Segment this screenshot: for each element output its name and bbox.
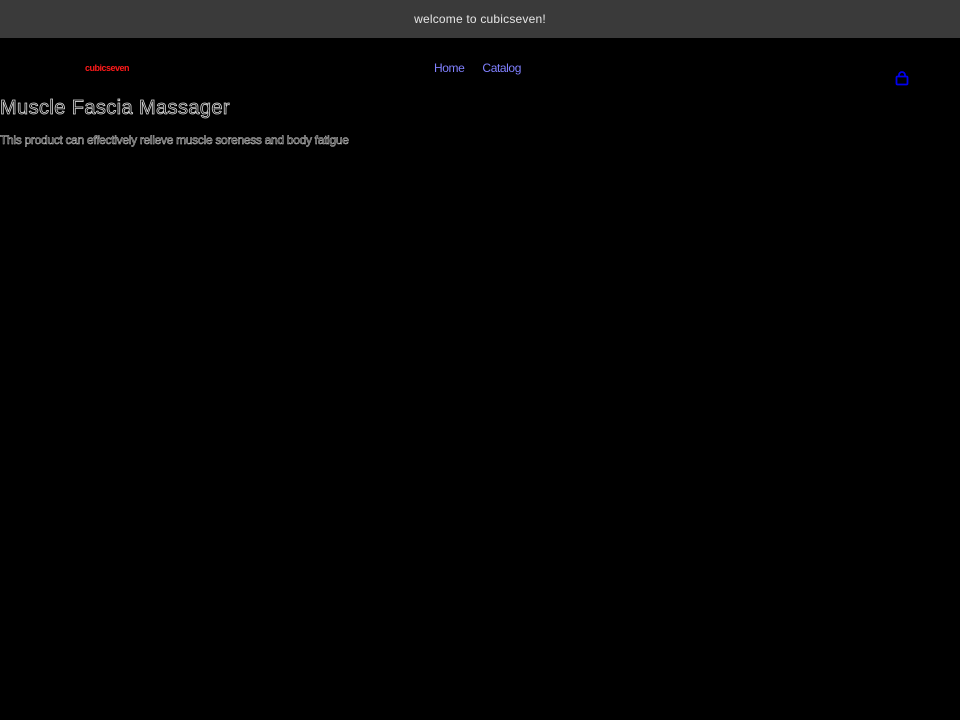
announcement-text: welcome to cubicseven! <box>414 12 546 26</box>
bag-icon[interactable] <box>893 70 911 88</box>
announcement-bar: welcome to cubicseven! <box>0 0 960 38</box>
product-title: Muscle Fascia Massager <box>0 97 230 120</box>
site-header: cubicseven Home Catalog <box>0 38 960 98</box>
bag-icon-graphic <box>895 71 909 86</box>
product-description: This product can effectively relieve mus… <box>0 133 349 148</box>
nav-link-catalog[interactable]: Catalog <box>482 61 521 75</box>
main-nav: Home Catalog <box>434 61 521 75</box>
site-logo[interactable]: cubicseven <box>85 63 130 73</box>
nav-link-home[interactable]: Home <box>434 61 465 75</box>
